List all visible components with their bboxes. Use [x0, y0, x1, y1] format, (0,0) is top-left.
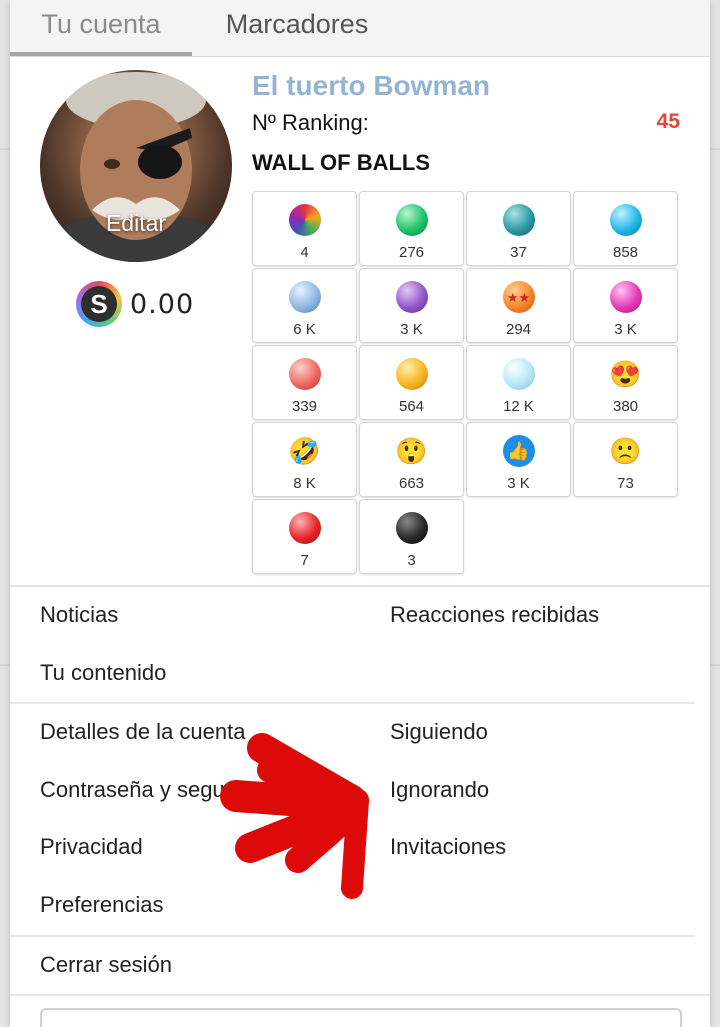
green-gem-icon	[395, 204, 428, 236]
ball-count: 564	[398, 398, 425, 415]
tab-bar: Tu cuenta Marcadores	[10, 0, 710, 57]
dragon-ball-icon: ★★	[502, 281, 535, 313]
teal-gem-icon	[502, 204, 535, 236]
menu-password-security[interactable]: Contraseña y seguridad	[40, 777, 274, 803]
ball-count: 4	[300, 244, 309, 261]
astonished-emoji-icon: 😲	[395, 436, 428, 466]
ball-count: 858	[612, 244, 639, 261]
tab-bookmarks[interactable]: Marcadores	[192, 0, 402, 54]
wall-of-balls-title: WALL OF BALLS	[252, 150, 431, 175]
black-gem-icon	[395, 512, 428, 544]
ball-count: 3 K	[507, 475, 530, 492]
username-link[interactable]: El tuerto Bowman	[252, 70, 490, 102]
ranking-value: 45	[656, 110, 680, 133]
credits-amount: 0.00	[130, 288, 195, 320]
salmon-gem-icon	[288, 358, 321, 390]
tab-your-account[interactable]: Tu cuenta	[10, 0, 192, 56]
ball-count: 73	[617, 475, 634, 492]
avatar-edit-label[interactable]: Editar	[40, 210, 232, 237]
gold-gem-icon	[395, 358, 428, 390]
ball-cell[interactable]: 339	[252, 345, 357, 420]
ball-cell[interactable]: 🙁 73	[573, 422, 678, 497]
ball-cell[interactable]: 564	[359, 345, 464, 420]
account-menu-panel: Tu cuenta Marcadores Editar S 0.00 El tu…	[10, 0, 710, 1027]
ball-count: 3 K	[614, 321, 637, 338]
ball-cell[interactable]: 12 K	[466, 345, 571, 420]
ball-count: 6 K	[293, 321, 316, 338]
section-divider	[10, 585, 710, 587]
ball-count: 294	[505, 321, 532, 338]
ball-count: 3 K	[400, 321, 423, 338]
menu-logout[interactable]: Cerrar sesión	[40, 952, 172, 978]
thumbs-up-icon: 👍	[502, 435, 535, 467]
ball-cell[interactable]: 😲 663	[359, 422, 464, 497]
menu-privacy[interactable]: Privacidad	[40, 834, 143, 860]
ball-cell[interactable]: 4	[252, 191, 357, 266]
ball-cell[interactable]: ★★ 294	[466, 268, 571, 343]
credits-coin-letter: S	[81, 286, 117, 322]
section-divider	[10, 702, 695, 704]
ball-count: 8 K	[293, 475, 316, 492]
purple-gem-icon	[395, 281, 428, 313]
menu-account-details[interactable]: Detalles de la cuenta	[40, 719, 245, 745]
menu-news[interactable]: Noticias	[40, 602, 118, 628]
ball-count: 663	[398, 475, 425, 492]
cyan-gem-icon	[609, 204, 642, 236]
ball-cell[interactable]: 3	[359, 499, 464, 574]
magenta-gem-icon	[609, 281, 642, 313]
menu-invitations[interactable]: Invitaciones	[390, 834, 506, 860]
ball-count: 7	[300, 552, 309, 569]
heart-eyes-emoji-icon: 😍	[609, 359, 642, 389]
ball-cell[interactable]: 3 K	[573, 268, 678, 343]
menu-reactions-received[interactable]: Reacciones recibidas	[390, 602, 599, 628]
menu-ignoring[interactable]: Ignorando	[390, 777, 489, 803]
ball-cell[interactable]: 👍 3 K	[466, 422, 571, 497]
swirl-ball-icon	[288, 204, 321, 236]
red-gem-icon	[288, 512, 321, 544]
credits-coin-icon: S	[76, 281, 122, 327]
status-input[interactable]	[40, 1008, 682, 1027]
ball-count: 380	[612, 398, 639, 415]
wall-of-balls-grid: 4 276 37 858 6 K 3 K ★★ 294 3 K 339 564 …	[252, 191, 680, 574]
ball-cell[interactable]: 7	[252, 499, 357, 574]
section-divider	[10, 935, 695, 937]
ranking-label: Nº Ranking:	[252, 110, 369, 135]
credits-display: S 0.00	[76, 278, 194, 330]
ball-count: 12 K	[503, 398, 534, 415]
ball-count: 3	[407, 552, 416, 569]
menu-preferences[interactable]: Preferencias	[40, 892, 164, 918]
avatar[interactable]: Editar	[40, 70, 232, 262]
menu-following[interactable]: Siguiendo	[390, 719, 488, 745]
ball-cell[interactable]: 6 K	[252, 268, 357, 343]
ball-count: 276	[398, 244, 425, 261]
frowning-emoji-icon: 🙁	[609, 436, 642, 466]
ball-cell[interactable]: 3 K	[359, 268, 464, 343]
light-blue-gem-icon	[288, 281, 321, 313]
ball-cell[interactable]: 276	[359, 191, 464, 266]
ball-count: 37	[510, 244, 527, 261]
ball-count: 339	[291, 398, 318, 415]
ball-cell[interactable]: 37	[466, 191, 571, 266]
ball-cell[interactable]: 😍 380	[573, 345, 678, 420]
menu-your-content[interactable]: Tu contenido	[40, 660, 166, 686]
crystal-gem-icon	[502, 358, 535, 390]
section-divider	[10, 994, 710, 996]
ball-cell[interactable]: 858	[573, 191, 678, 266]
rofl-emoji-icon: 🤣	[288, 436, 321, 466]
ball-cell[interactable]: 🤣 8 K	[252, 422, 357, 497]
